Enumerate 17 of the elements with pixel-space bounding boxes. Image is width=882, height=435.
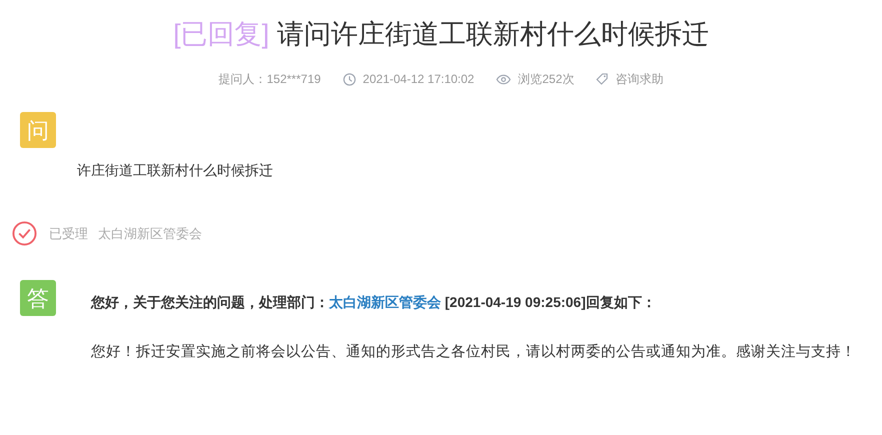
clock-icon bbox=[342, 72, 356, 86]
tag-icon bbox=[596, 73, 608, 85]
question-title: [已回复] 请问许庄街道工联新村什么时候拆迁 bbox=[172, 18, 710, 51]
department-text: 太白湖新区管委会 bbox=[98, 224, 202, 243]
meta-text: 提问人：152***719 bbox=[218, 71, 321, 88]
meta-text: 咨询求助 bbox=[615, 71, 664, 88]
meta-text: 2021-04-12 17:10:02 bbox=[362, 71, 474, 88]
status-label: [已回复] bbox=[173, 19, 270, 49]
status-text: 已受理 bbox=[49, 224, 88, 243]
department-link[interactable]: 太白湖新区管委会 bbox=[329, 294, 441, 310]
question-text: 许庄街道工联新村什么时候拆迁 bbox=[77, 161, 274, 180]
answer-badge: 答 bbox=[20, 280, 56, 316]
eye-icon bbox=[496, 74, 512, 84]
question-badge: 问 bbox=[20, 112, 56, 148]
meta-text: 浏览252次 bbox=[518, 71, 574, 88]
answer-heading: 您好，关于您关注的问题，处理部门：太白湖新区管委会 [2021-04-19 09:25:06]回复如下： bbox=[91, 293, 656, 312]
answer-text: 您好！拆迁安置实施之前将会以公告、通知的形式告之各位村民，请以村两委的公告或通知为准。感谢关注与支持！ bbox=[90, 342, 857, 362]
